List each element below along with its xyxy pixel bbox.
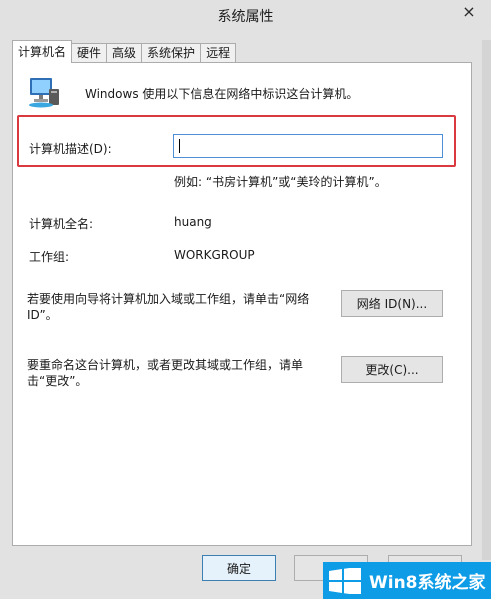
watermark-text: Win8系统之家 xyxy=(369,573,486,593)
tab-bar: 计算机名 硬件 高级 系统保护 远程 xyxy=(12,40,237,63)
tab-remote[interactable]: 远程 xyxy=(200,43,237,62)
rename-text: 要重命名这台计算机，或者更改其域或工作组，请单击“更改”。 xyxy=(27,358,304,388)
full-name-value: huang xyxy=(174,215,212,229)
description-input[interactable] xyxy=(173,134,443,158)
tab-system-protection[interactable]: 系统保护 xyxy=(141,43,202,62)
computer-network-icon xyxy=(29,78,59,108)
system-properties-window: 系统属性 × 计算机名 硬件 高级 系统保护 远程 Windows 使用以下信息… xyxy=(0,0,491,599)
site-watermark: Win8系统之家 xyxy=(323,562,491,599)
ok-button[interactable]: 确定 xyxy=(202,555,276,581)
close-icon: × xyxy=(462,1,476,21)
computer-name-panel: Windows 使用以下信息在网络中标识这台计算机。 计算机描述(D): 例如:… xyxy=(12,62,472,546)
title-bar[interactable]: 系统属性 × xyxy=(0,0,491,30)
windows-logo-icon xyxy=(329,567,361,594)
close-button[interactable]: × xyxy=(453,0,485,22)
text-caret xyxy=(179,139,180,153)
network-id-button[interactable]: 网络 ID(N)... xyxy=(341,290,443,317)
example-text: 例如: “书房计算机”或“美玲的计算机”。 xyxy=(174,175,387,189)
tab-computer-name[interactable]: 计算机名 xyxy=(12,40,73,63)
description-label: 计算机描述(D): xyxy=(29,142,112,156)
full-name-label: 计算机全名: xyxy=(29,217,94,231)
network-id-text: 若要使用向导将计算机加入域或工作组，请单击“网络 ID”。 xyxy=(27,292,310,322)
intro-text: Windows 使用以下信息在网络中标识这台计算机。 xyxy=(85,87,359,101)
tab-advanced[interactable]: 高级 xyxy=(106,43,143,62)
window-title: 系统属性 xyxy=(217,9,274,25)
workgroup-label: 工作组: xyxy=(29,250,70,264)
background-window-edge xyxy=(482,40,491,560)
tab-hardware[interactable]: 硬件 xyxy=(71,43,108,62)
workgroup-value: WORKGROUP xyxy=(174,248,255,262)
change-button[interactable]: 更改(C)... xyxy=(341,356,443,383)
